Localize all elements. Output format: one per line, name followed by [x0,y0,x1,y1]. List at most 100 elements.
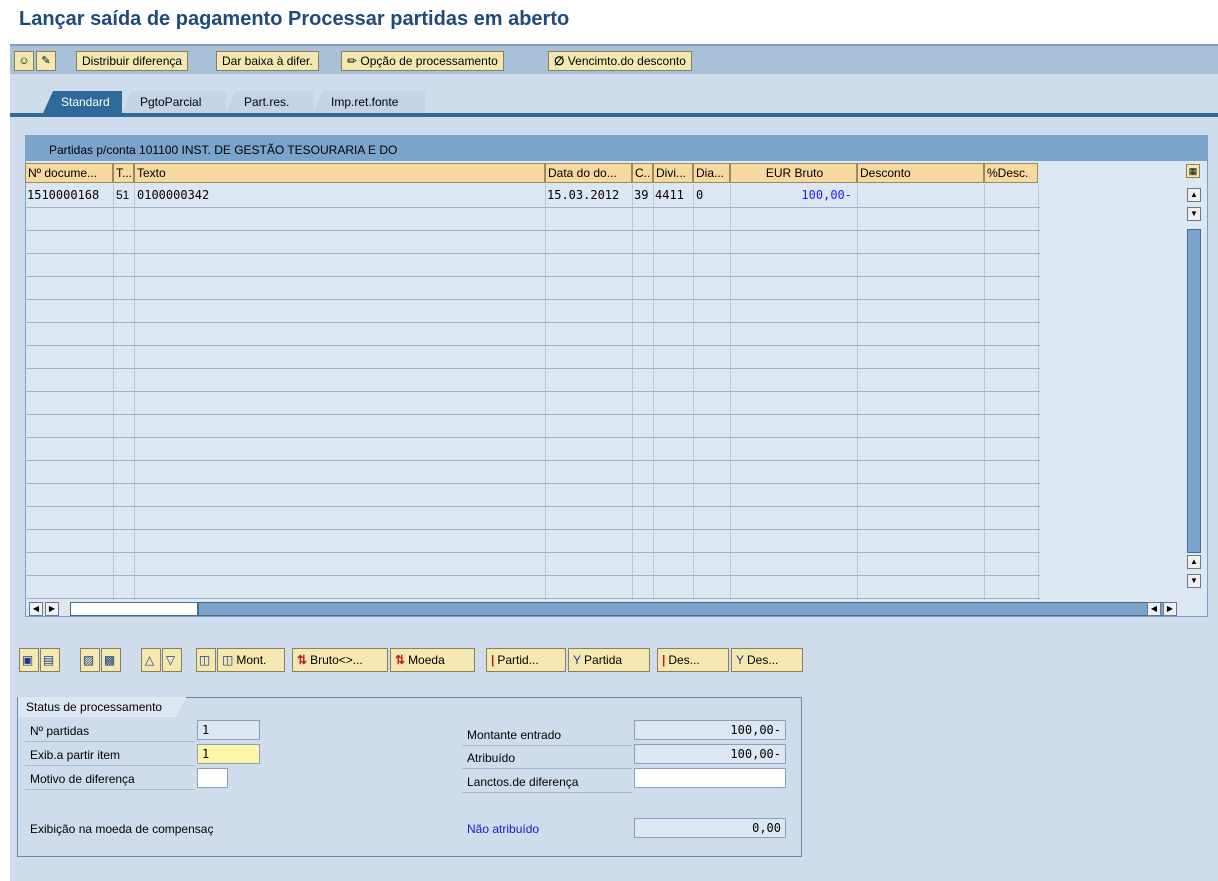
discount-open-icon: | [662,653,666,667]
row-divider [25,253,1040,254]
partidas-open-button[interactable]: | Partid... [486,648,566,672]
scroll-right-icon[interactable]: ▶ [45,602,59,616]
col-header-c[interactable]: C.. [632,163,653,183]
tab-part-res[interactable]: Part.res. [226,91,313,113]
discount-icon: Y [736,653,745,667]
bruto-liquido-button[interactable]: ⇅ Bruto<>... [292,648,388,672]
deactivate-items-icon[interactable]: ▩ [101,648,121,672]
find-next-icon: ◫ [222,653,234,667]
col-header-eur-bruto[interactable]: EUR Bruto [730,163,857,183]
col-divider [857,184,858,600]
cell-div: 4411 [655,188,684,202]
atribuido-label: Atribuído [467,751,516,765]
moeda-button[interactable]: ⇅ Moeda [390,648,475,672]
distribuir-diferenca-button[interactable]: Distribuir diferença [76,51,189,71]
lanctos-diferenca-field[interactable] [634,768,786,788]
opcao-processamento-label: Opção de processamento [360,54,498,68]
divider [462,792,632,793]
divider [462,745,632,746]
cell-texto: 0100000342 [137,188,210,202]
exib-field[interactable]: 1 [197,744,260,764]
col-divider [545,184,546,600]
desconto-open-button[interactable]: | Des... [657,648,729,672]
col-header-div[interactable]: Divi... [653,163,693,183]
atribuido-field: 100,00- [634,744,786,764]
scroll-page-up-icon[interactable]: ▲ [1187,555,1201,569]
horizontal-scroll-thumb[interactable] [70,602,198,616]
desconto-button[interactable]: Y Des... [731,648,803,672]
row-divider [25,529,1040,530]
cell-c: 39 [634,188,649,202]
horizontal-scroll-track[interactable] [198,602,1164,616]
desconto-label: Des... [747,653,779,667]
montante-button[interactable]: ◫ Mont. [217,648,285,672]
row-divider [25,575,1040,576]
partida-button[interactable]: Y Partida [568,648,650,672]
cell-data: 15.03.2012 [547,188,620,202]
activate-items-icon[interactable]: ▨ [80,648,100,672]
item-open-icon: | [491,653,495,667]
motivo-field[interactable] [197,768,228,788]
scroll-down-icon[interactable]: ▼ [1187,207,1201,221]
bruto-liquido-label: Bruto<>... [310,653,363,667]
row-divider [25,322,1040,323]
application-toolbar: ☺ ✎ Distribuir diferença Dar baixa à dif… [10,44,1218,76]
exibicao-moeda-label: Exibição na moeda de compensaç [30,822,214,836]
dar-baixa-button[interactable]: Dar baixa à difer. [216,51,319,71]
col-header-type[interactable]: T... [113,163,134,183]
tab-imp-ret-fonte[interactable]: Imp.ret.fonte [313,91,425,113]
person-icon[interactable]: ☺ [14,51,34,71]
scroll-up-icon[interactable]: ▲ [1187,188,1201,202]
col-header-data[interactable]: Data do do... [545,163,632,183]
table-caption-text: Partidas p/conta 101100 INST. DE GESTÃO … [49,143,398,157]
horizontal-scrollbar[interactable]: ◀ ▶ ◀ ▶ [25,601,1185,617]
col-header-texto[interactable]: Texto [134,163,545,183]
montante-entrado-field: 100,00- [634,720,786,740]
null-circle-icon: ∅ [554,54,565,68]
moeda-label: Moeda [408,653,445,667]
scroll-left-end-icon[interactable]: ◀ [1147,602,1161,616]
vertical-scroll-track[interactable] [1187,229,1201,553]
filter-icon[interactable]: ▽ [162,648,182,672]
edit-icon[interactable]: ✎ [36,51,56,71]
find-icon[interactable]: ◫ [196,648,216,672]
opcao-processamento-button[interactable]: ✏ Opção de processamento [341,51,504,71]
n-partidas-label: Nº partidas [30,724,90,738]
col-divider [113,184,114,600]
partidas-open-label: Partid... [497,653,539,667]
col-header-doc[interactable]: Nº docume... [25,163,113,183]
scroll-right-end-icon[interactable]: ▶ [1163,602,1177,616]
desconto-open-label: Des... [668,653,700,667]
sort-icon[interactable]: △ [141,648,161,672]
vencimento-desconto-button[interactable]: ∅ Vencimto.do desconto [548,51,692,71]
scroll-left-icon[interactable]: ◀ [29,602,43,616]
lanctos-diferenca-label: Lanctos.de diferença [467,775,579,789]
toggle-icon: ⇅ [297,653,308,667]
row-divider [25,598,1040,599]
col-header-dia[interactable]: Dia... [693,163,730,183]
scroll-page-down-icon[interactable]: ▼ [1187,574,1201,588]
nao-atribuido-label: Não atribuído [467,822,540,836]
cell-eur-bruto: 100,00- [801,188,852,202]
col-header-desconto[interactable]: Desconto [857,163,984,183]
tab-strip-line [10,113,1218,117]
col-divider [653,184,654,600]
col-header-pct-desc[interactable]: %Desc. [984,163,1038,183]
montante-label: Mont. [236,653,267,667]
vertical-scrollbar[interactable]: ▲ ▼ ▲ ▼ [1185,163,1202,601]
col-divider [693,184,694,600]
select-all-icon[interactable]: ▣ [19,648,39,672]
col-divider [1038,184,1039,600]
divider [25,765,195,766]
currency-icon: ⇅ [395,653,406,667]
status-group-title: Status de processamento [18,697,186,717]
tab-pgtoparcial[interactable]: PgtoParcial [122,91,226,113]
partida-label: Partida [584,653,623,667]
divider [25,789,195,790]
tab-standard[interactable]: Standard [43,91,122,113]
row-divider [25,437,1040,438]
nao-atribuido-field: 0,00 [634,818,786,838]
select-block-icon[interactable]: ▤ [40,648,60,672]
row-divider [25,414,1040,415]
row-divider [25,391,1040,392]
